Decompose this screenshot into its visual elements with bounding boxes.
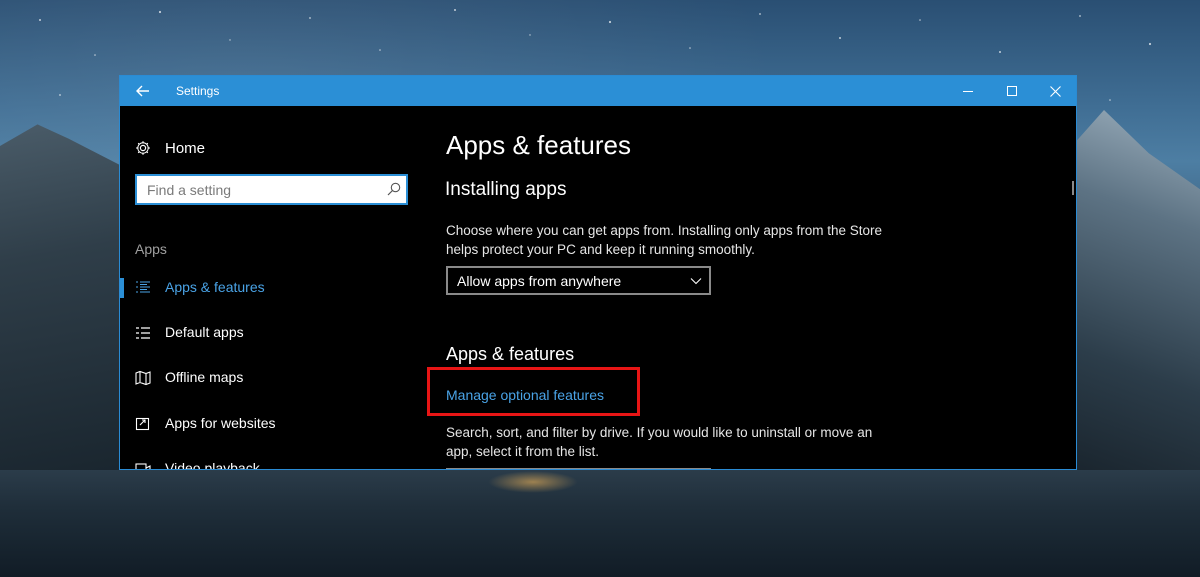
minimize-icon: [962, 90, 973, 92]
back-button[interactable]: [120, 76, 166, 106]
sidebar-item-label: Default apps: [165, 324, 244, 340]
home-nav[interactable]: Home: [135, 136, 205, 160]
apps-features-heading: Apps & features: [446, 344, 575, 364]
map-icon: [135, 370, 151, 386]
main-content: Apps & features Installing apps Choose w…: [420, 106, 1076, 469]
video-icon: [135, 463, 151, 469]
open-external-icon: [135, 417, 150, 431]
search-list-box[interactable]: [446, 468, 711, 469]
install-source-dropdown[interactable]: Allow apps from anywhere: [446, 266, 711, 295]
page-title: Apps & features: [446, 130, 631, 160]
sidebar-item-video-playback[interactable]: Video playback: [120, 449, 420, 470]
active-indicator: [120, 278, 124, 298]
installing-apps-heading: Installing apps: [445, 179, 567, 200]
search-placeholder: Find a setting: [147, 182, 232, 198]
manage-optional-features-link[interactable]: Manage optional features: [446, 387, 604, 403]
list-icon: [136, 281, 150, 293]
settings-window: Settings Home Find a setting Apps Apps &…: [119, 75, 1077, 470]
wallpaper-lake: [0, 470, 1200, 577]
scrollbar[interactable]: [1072, 181, 1074, 195]
default-apps-icon: [136, 327, 150, 339]
apps-features-description: Search, sort, and filter by drive. If yo…: [446, 425, 873, 459]
search-icon: [387, 182, 401, 196]
sidebar-section-apps: Apps: [135, 241, 167, 257]
wallpaper-lights: [488, 471, 578, 493]
sidebar-item-apps-for-websites[interactable]: Apps for websites: [120, 404, 420, 444]
installing-apps-description: Choose where you can get apps from. Inst…: [446, 223, 882, 257]
close-icon: [1049, 85, 1061, 97]
gear-icon: [136, 141, 150, 155]
sidebar-item-offline-maps[interactable]: Offline maps: [120, 358, 420, 398]
sidebar-item-label: Apps for websites: [165, 415, 276, 431]
search-input[interactable]: Find a setting: [135, 174, 408, 205]
sidebar-item-default-apps[interactable]: Default apps: [120, 313, 420, 353]
sidebar-item-label: Apps & features: [165, 279, 265, 295]
sidebar-item-apps-features[interactable]: Apps & features: [120, 268, 420, 308]
maximize-button[interactable]: [990, 76, 1034, 106]
window-title: Settings: [176, 84, 220, 98]
close-button[interactable]: [1033, 76, 1076, 106]
chevron-down-icon: [690, 278, 702, 285]
install-source-value: Allow apps from anywhere: [457, 273, 622, 289]
sidebar-item-label: Video playback: [165, 460, 260, 470]
minimize-button[interactable]: [946, 76, 990, 106]
maximize-icon: [1006, 85, 1017, 96]
sidebar: Home Find a setting Apps Apps & features…: [120, 106, 420, 470]
back-arrow-icon: [136, 85, 149, 97]
wallpaper-mountain-left: [0, 124, 125, 470]
home-label: Home: [165, 139, 206, 157]
sidebar-item-label: Offline maps: [165, 369, 244, 385]
title-bar: Settings: [120, 76, 1076, 106]
